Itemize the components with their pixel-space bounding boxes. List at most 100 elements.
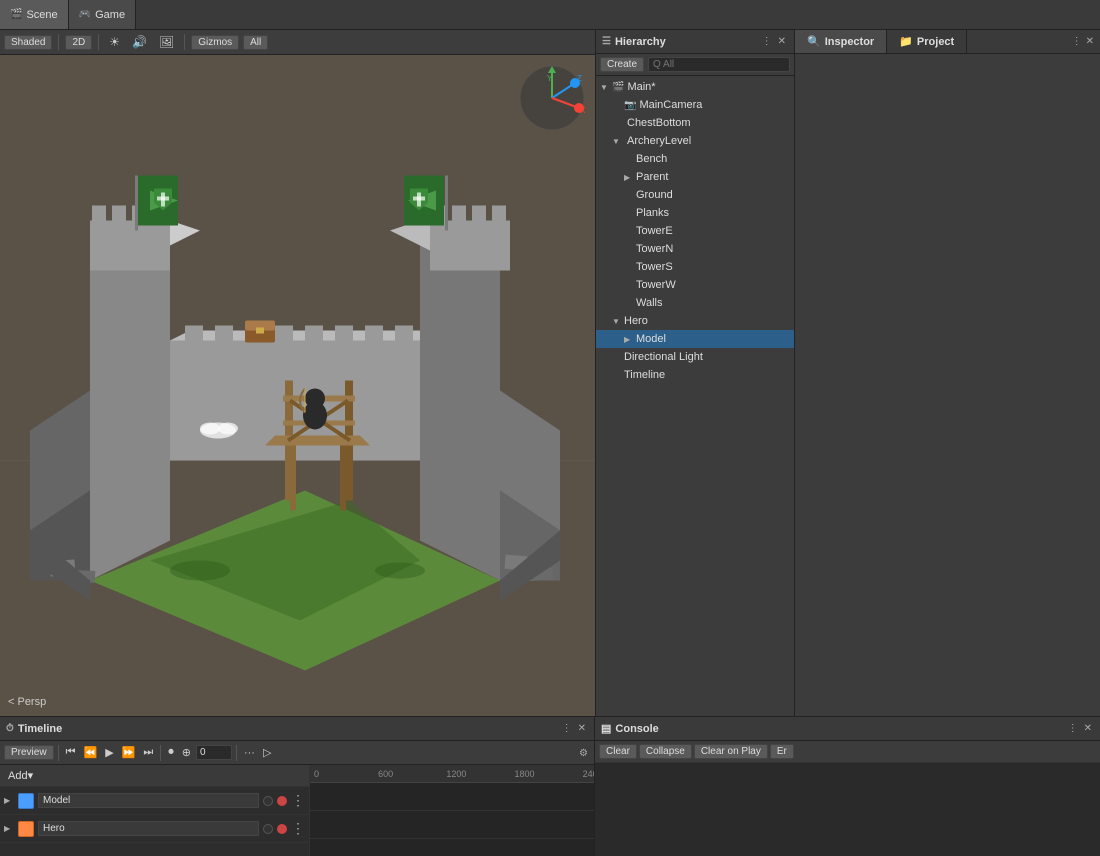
scene-svg	[0, 55, 595, 716]
tree-item-ground[interactable]: Ground	[596, 186, 794, 204]
tree-item-timeline[interactable]: Timeline	[596, 366, 794, 384]
tree-label-ground: Ground	[636, 189, 673, 201]
timeline-tracks: Add▾ ▶ ⋮ ▶ ⋮	[0, 765, 310, 856]
project-tab-icon: 📁	[899, 35, 913, 48]
track-record-model[interactable]	[263, 796, 273, 806]
tree-item-towerw[interactable]: TowerW	[596, 276, 794, 294]
tree-label-timeline: Timeline	[624, 369, 665, 381]
tl-add-btn[interactable]: ⊕	[179, 744, 194, 761]
track-expand-hero[interactable]: ▶	[4, 824, 14, 833]
hierarchy-menu-btn[interactable]: ⋮	[760, 36, 774, 47]
all-dropdown[interactable]: All	[243, 35, 268, 50]
tree-label-bench: Bench	[636, 153, 667, 165]
track-name-model[interactable]	[38, 793, 259, 808]
tree-item-chestbottom[interactable]: ChestBottom	[596, 114, 794, 132]
tl-record-btn[interactable]: ⏺	[165, 744, 177, 761]
tree-item-planks[interactable]: Planks	[596, 204, 794, 222]
scene-view[interactable]: Y Z X < Persp	[0, 55, 595, 716]
hierarchy-icon: ☰	[602, 36, 611, 47]
svg-text:Y: Y	[547, 74, 553, 83]
tree-label-parent: Parent	[636, 171, 668, 183]
inspector-tab-icon: 🔍	[807, 35, 821, 48]
track-active-model[interactable]	[277, 796, 287, 806]
clear-btn[interactable]: Clear	[599, 744, 637, 759]
tl-forward-btn[interactable]: ▷	[260, 744, 274, 761]
tree-item-towere[interactable]: TowerE	[596, 222, 794, 240]
timeline-menu-btn[interactable]: ⋮	[560, 723, 574, 734]
timeline-header: ⏱ Timeline ⋮ ✕	[0, 717, 594, 741]
track-record-hero[interactable]	[263, 824, 273, 834]
inspector-content	[795, 54, 1100, 716]
sun-icon-btn[interactable]: ☀	[105, 33, 124, 51]
tl-ellipsis-btn[interactable]: ···	[241, 745, 258, 761]
inspector-panel: 🔍 Inspector 📁 Project ⋮ ✕	[795, 30, 1100, 716]
clear-on-play-btn[interactable]: Clear on Play	[694, 744, 768, 759]
timeline-close-btn[interactable]: ✕	[576, 723, 588, 734]
inspector-tab-label: Inspector	[825, 36, 875, 48]
tl-skip-start-btn[interactable]: ⏮	[63, 744, 79, 761]
inspector-close-btn[interactable]: ✕	[1084, 36, 1096, 47]
tl-play-btn[interactable]: ▶	[102, 744, 116, 761]
tl-time-input[interactable]	[196, 745, 232, 760]
track-dots-model[interactable]: ⋮	[291, 792, 305, 809]
add-btn-label: Add▾	[8, 769, 33, 782]
inspector-tab[interactable]: 🔍 Inspector	[795, 30, 887, 53]
project-tab[interactable]: 📁 Project	[887, 30, 967, 53]
console-content	[595, 763, 1100, 856]
track-active-hero[interactable]	[277, 824, 287, 834]
game-icon: 🎮	[79, 9, 91, 20]
hierarchy-search-input[interactable]	[648, 57, 790, 72]
console-title: Console	[615, 723, 658, 735]
gizmo-widget[interactable]: Y Z X	[517, 63, 587, 133]
tree-item-model[interactable]: ▶ Model	[596, 330, 794, 348]
scene-tab[interactable]: 🎬 Scene	[0, 0, 69, 29]
timeline-title: Timeline	[18, 723, 62, 735]
track-keyframe-hero[interactable]	[310, 811, 594, 839]
error-pause-btn[interactable]: Er	[770, 744, 794, 759]
console-menu-btn[interactable]: ⋮	[1066, 723, 1080, 734]
track-dots-hero[interactable]: ⋮	[291, 820, 305, 837]
console-header-controls: ⋮ ✕	[1066, 723, 1094, 734]
timeline-keyframes[interactable]: 0 600 1200 1800 2400	[310, 765, 594, 856]
shading-dropdown[interactable]: Shaded	[4, 35, 52, 50]
tl-skip-end-btn[interactable]: ⏭	[140, 744, 156, 761]
tl-step-fwd-btn[interactable]: ⏩	[119, 744, 139, 761]
timeline-body: Add▾ ▶ ⋮ ▶ ⋮	[0, 765, 594, 856]
tree-item-directionallight[interactable]: Directional Light	[596, 348, 794, 366]
view-2d-button[interactable]: 2D	[65, 35, 92, 50]
track-row-model: ▶ ⋮	[0, 787, 309, 815]
console-close-btn[interactable]: ✕	[1082, 723, 1094, 734]
tree-label-towerw: TowerW	[636, 279, 676, 291]
track-icon-model	[18, 793, 34, 809]
hierarchy-close-btn[interactable]: ✕	[776, 36, 788, 47]
tl-settings-btn[interactable]: ⚙	[577, 748, 590, 759]
image-icon-btn[interactable]: 🖼	[155, 33, 178, 51]
tree-item-maincamera[interactable]: 📷 MainCamera	[596, 96, 794, 114]
track-name-hero[interactable]	[38, 821, 259, 836]
ruler-mark-2400: 2400	[583, 769, 594, 779]
preview-btn[interactable]: Preview	[4, 745, 54, 760]
tree-item-bench[interactable]: Bench	[596, 150, 794, 168]
tree-arrow-model: ▶	[624, 335, 636, 344]
collapse-btn[interactable]: Collapse	[639, 744, 692, 759]
timeline-controls: Preview ⏮ ⏪ ▶ ⏩ ⏭ ⏺ ⊕ ··· ▷ ⚙	[0, 741, 594, 765]
tree-item-towern[interactable]: TowerN	[596, 240, 794, 258]
track-expand-model[interactable]: ▶	[4, 796, 14, 805]
hierarchy-header: ☰ Hierarchy ⋮ ✕	[596, 30, 794, 54]
timeline-add-btn[interactable]: Add▾	[0, 765, 309, 787]
track-keyframe-model[interactable]	[310, 783, 594, 811]
tree-item-main[interactable]: ▼ 🎬 Main*	[596, 78, 794, 96]
tl-step-back-btn[interactable]: ⏪	[80, 744, 100, 761]
track-icon-hero	[18, 821, 34, 837]
hierarchy-create-btn[interactable]: Create	[600, 57, 644, 72]
tree-item-towers[interactable]: TowerS	[596, 258, 794, 276]
tree-item-parent[interactable]: ▶ Parent	[596, 168, 794, 186]
tree-item-hero[interactable]: ▼ Hero	[596, 312, 794, 330]
game-tab[interactable]: 🎮 Game	[69, 0, 136, 29]
tree-label-towern: TowerN	[636, 243, 673, 255]
gizmos-dropdown[interactable]: Gizmos	[191, 35, 239, 50]
audio-icon-btn[interactable]: 🔊	[128, 33, 151, 51]
inspector-menu-btn[interactable]: ⋮	[1070, 36, 1084, 47]
tree-item-walls[interactable]: Walls	[596, 294, 794, 312]
tree-item-archerylevel[interactable]: ▼ ArcheryLevel	[596, 132, 794, 150]
